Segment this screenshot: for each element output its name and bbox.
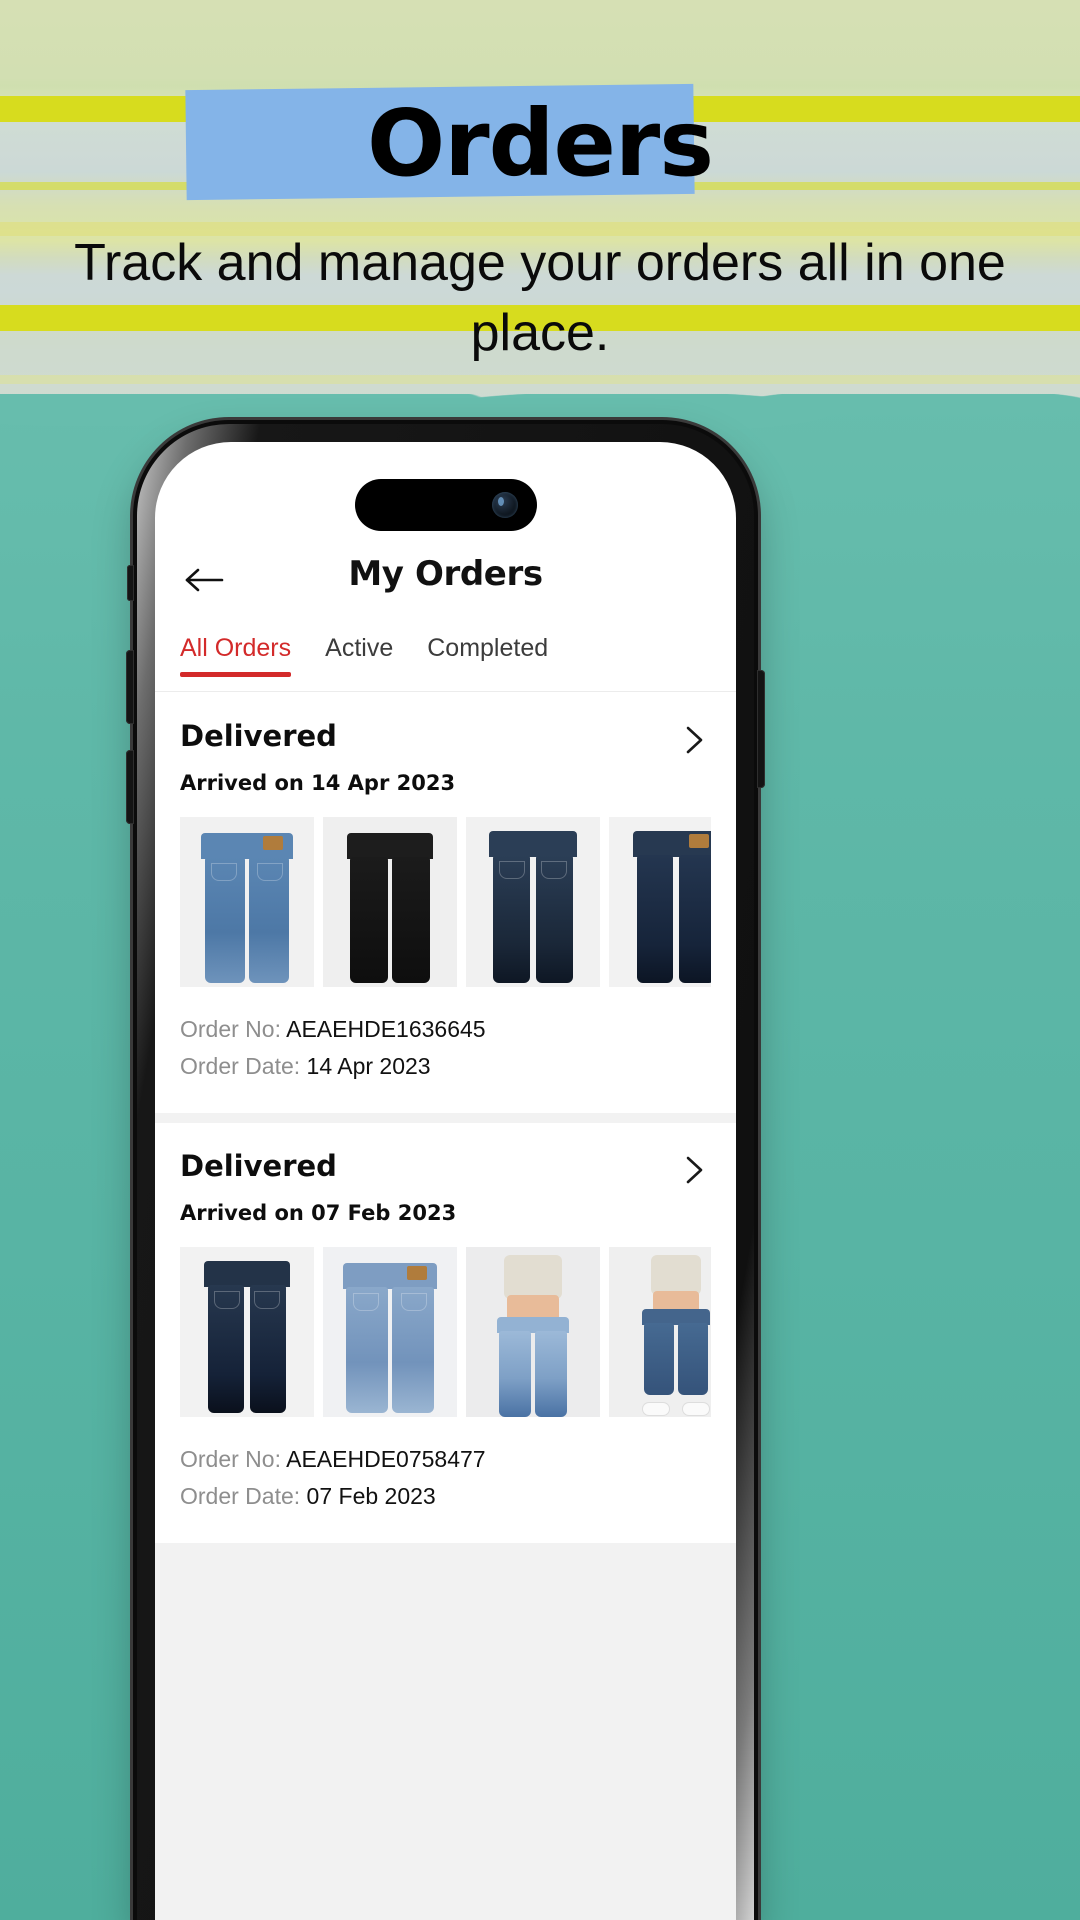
order-number-value: AEAEHDE0758477	[286, 1446, 486, 1472]
silent-switch[interactable]	[127, 565, 134, 601]
order-card[interactable]: Delivered Arrived on 07 Feb 2023 Order N…	[155, 1123, 736, 1543]
app-bar: My Orders	[155, 538, 736, 624]
model-shoe	[683, 1403, 709, 1415]
order-item-thumbnail[interactable]	[609, 1247, 711, 1417]
promo-subtitle: Track and manage your orders all in one …	[74, 234, 1006, 362]
order-item-thumbnail[interactable]	[323, 1247, 457, 1417]
order-number-label: Order No:	[180, 1446, 281, 1472]
order-filter-tabs: All Orders Active Completed	[155, 634, 736, 692]
order-number-row: Order No: AEAEHDE1636645	[180, 1011, 711, 1048]
order-item-thumbnail[interactable]	[466, 1247, 600, 1417]
order-card-header: Delivered	[180, 719, 711, 757]
order-item-thumbnail[interactable]	[323, 817, 457, 987]
order-item-thumbnail[interactable]	[609, 817, 711, 987]
order-item-thumbnails	[180, 1247, 711, 1417]
order-meta: Order No: AEAEHDE1636645 Order Date: 14 …	[180, 1011, 711, 1085]
order-item-thumbnail[interactable]	[180, 817, 314, 987]
order-card[interactable]: Delivered Arrived on 14 Apr 2023 Order N…	[155, 693, 736, 1113]
decorative-band-5	[0, 375, 1080, 384]
arrival-date: Arrived on 07 Feb 2023	[180, 1201, 457, 1225]
order-card-header: Delivered	[180, 1149, 711, 1187]
order-date-row: Order Date: 14 Apr 2023	[180, 1048, 711, 1085]
order-date-label: Order Date:	[180, 1053, 301, 1079]
tab-completed[interactable]: Completed	[427, 634, 548, 677]
dynamic-island	[354, 479, 537, 531]
model-crop-top	[504, 1255, 562, 1299]
order-number-row: Order No: AEAEHDE0758477	[180, 1441, 711, 1478]
order-number-label: Order No:	[180, 1016, 281, 1042]
page-title: My Orders	[348, 554, 543, 594]
order-item-thumbnail[interactable]	[180, 1247, 314, 1417]
arrival-date: Arrived on 14 Apr 2023	[180, 771, 456, 795]
phone-mockup: My Orders All Orders Active Completed De…	[126, 420, 765, 1920]
order-meta: Order No: AEAEHDE0758477 Order Date: 07 …	[180, 1441, 711, 1515]
order-date-value: 07 Feb 2023	[306, 1483, 436, 1509]
chevron-right-icon[interactable]	[677, 1153, 711, 1187]
volume-up-button[interactable]	[126, 650, 134, 724]
orders-list[interactable]: Delivered Arrived on 14 Apr 2023 Order N…	[155, 693, 736, 1920]
tab-all-orders[interactable]: All Orders	[180, 634, 292, 677]
status-badge: Delivered	[180, 1149, 337, 1183]
tab-active[interactable]: Active	[325, 634, 393, 677]
order-date-row: Order Date: 07 Feb 2023	[180, 1478, 711, 1515]
order-date-label: Order Date:	[180, 1483, 301, 1509]
model-crop-top	[651, 1255, 701, 1295]
phone-screen: My Orders All Orders Active Completed De…	[155, 442, 736, 1920]
order-date-value: 14 Apr 2023	[306, 1053, 431, 1079]
volume-down-button[interactable]	[126, 750, 134, 824]
chevron-right-icon[interactable]	[677, 723, 711, 757]
status-badge: Delivered	[180, 719, 337, 753]
order-item-thumbnail[interactable]	[466, 817, 600, 987]
model-shoe	[643, 1403, 669, 1415]
power-button[interactable]	[757, 670, 765, 788]
order-number-value: AEAEHDE1636645	[286, 1016, 486, 1042]
order-item-thumbnails	[180, 817, 711, 987]
promo-title: Orders	[367, 90, 714, 197]
front-camera-icon	[491, 492, 518, 518]
